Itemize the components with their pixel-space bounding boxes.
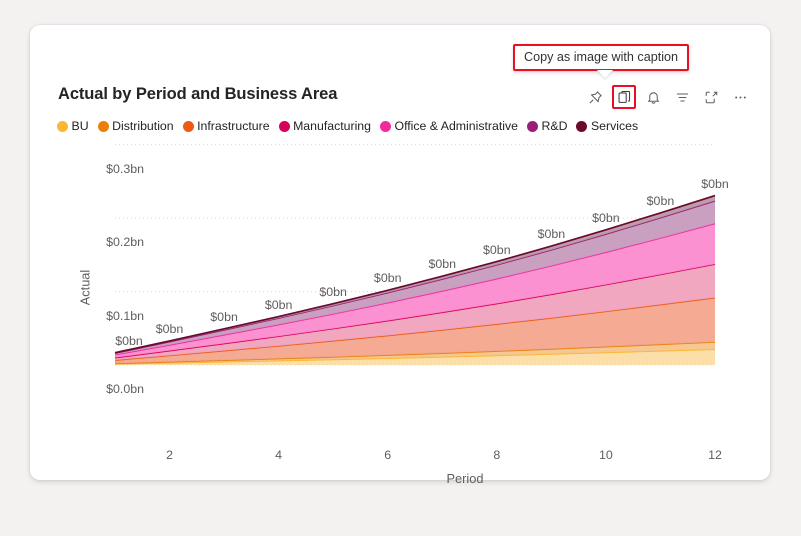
visual-card[interactable]: Actual by Period and Business Area BU Dis… xyxy=(30,25,770,486)
data-label: $0bn xyxy=(115,333,143,348)
data-label: $0bn xyxy=(483,242,511,257)
data-label: $0bn xyxy=(319,284,347,299)
data-label: $0bn xyxy=(155,321,184,336)
data-label: $0bn xyxy=(264,297,293,312)
chart-data-labels: $0bn $0bn $0bn $0bn $0bn $0bn $0bn $0bn $0bn $0bn… xyxy=(30,25,770,480)
copy-as-image-tooltip: Copy as image with caption xyxy=(513,44,690,71)
data-label: $0bn xyxy=(646,193,675,208)
data-label: $0bn xyxy=(210,309,238,324)
tooltip-beak xyxy=(597,70,613,78)
data-label: $0bn xyxy=(537,227,566,242)
y-axis-title: Actual xyxy=(77,269,93,306)
data-label: $0bn xyxy=(592,210,620,225)
data-label: $0bn xyxy=(428,257,457,272)
data-label: $0bn xyxy=(373,271,402,286)
data-label: $0bn xyxy=(701,176,729,191)
x-axis-title: Period xyxy=(446,471,484,486)
